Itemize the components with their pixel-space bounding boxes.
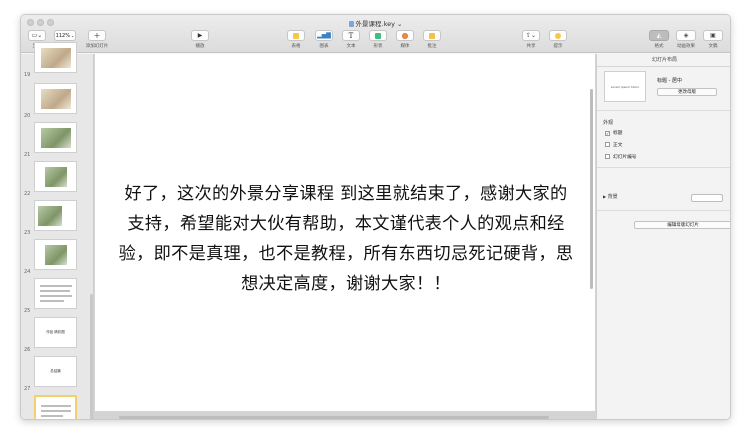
keynote-document-icon	[348, 21, 354, 27]
slide-thumb-27[interactable]: 总结篇 27	[21, 356, 91, 392]
share-icon: ⇪⌄	[525, 32, 537, 39]
slide-photo	[41, 48, 71, 68]
format-inspector: 幻灯片布局 Lorem Ipsum Dolor 标题 - 居中 更改母版 外观 …	[596, 54, 730, 419]
horizontal-scrollbar[interactable]	[119, 416, 549, 419]
tips-button[interactable]: 提示	[548, 30, 568, 49]
appearance-label: 外观	[603, 120, 614, 126]
slide-photo	[45, 245, 67, 265]
slide-thumb-19[interactable]: 19	[21, 42, 91, 78]
background-disclosure[interactable]: ▶ 背景	[603, 193, 618, 200]
slide-canvas[interactable]: 好了，这次的外景分享课程 到这里就结束了，感谢大家的支持，希望能对大伙有帮助，本…	[94, 54, 596, 419]
change-master-button[interactable]: 更改母版	[657, 88, 717, 96]
slide-thumb-20[interactable]: 20	[21, 83, 91, 119]
vertical-scrollbar[interactable]	[590, 89, 593, 289]
current-slide[interactable]: 好了，这次的外景分享课程 到这里就结束了，感谢大家的支持，希望能对大伙有帮助，本…	[95, 54, 595, 411]
text-button[interactable]: T 文本	[341, 30, 361, 49]
shape-button[interactable]: 形状	[368, 30, 388, 49]
checkbox-icon	[605, 142, 610, 147]
slide-photo	[38, 206, 62, 226]
shape-icon	[375, 32, 381, 39]
slide-thumb-24[interactable]: 24	[21, 239, 91, 275]
slide-number-checkbox[interactable]: 幻灯片编号	[605, 154, 636, 160]
slide-thumb-26[interactable]: 作品 精彩图 26	[21, 317, 91, 353]
keynote-window: 外景课程.key ⌄ ▭⌄ 显示 112%⌄ 缩放 + 添加幻灯片 ▶ 播放 表…	[20, 14, 731, 420]
play-button[interactable]: ▶ 播放	[189, 30, 211, 49]
comment-button[interactable]: 批注	[422, 30, 442, 49]
paintbrush-icon: ◭	[656, 32, 662, 39]
animate-button[interactable]: ◈ 动画效果	[674, 30, 698, 49]
slide-thumb-21[interactable]: 21	[21, 122, 91, 158]
slide-thumb-22[interactable]: 22	[21, 161, 91, 197]
lightbulb-icon	[555, 32, 561, 39]
slide-navigator[interactable]: 19 20 21 22 23 24 25 作品 精彩图 26 总结篇 27	[21, 42, 94, 419]
navigator-scrollbar[interactable]	[90, 294, 93, 419]
table-button[interactable]: 表格	[286, 30, 306, 49]
slide-thumb-23[interactable]: 23	[21, 200, 91, 236]
slide-photo	[41, 89, 71, 109]
play-icon: ▶	[197, 32, 203, 39]
slide-body-text[interactable]: 好了，这次的外景分享课程 到这里就结束了，感谢大家的支持，希望能对大伙有帮助，本…	[117, 179, 575, 299]
chevron-down-icon: ⌄	[70, 33, 75, 38]
chart-button[interactable]: ▂▅▇ 图表	[314, 30, 334, 49]
media-icon	[402, 32, 408, 39]
slide-photo	[45, 167, 67, 187]
checkbox-icon	[605, 154, 610, 159]
share-button[interactable]: ⇪⌄ 共享	[521, 30, 541, 49]
table-icon	[293, 32, 299, 39]
title-checkbox[interactable]: ✓ 标题	[605, 130, 622, 136]
edit-master-slide-button[interactable]: 编辑母版幻灯片	[634, 221, 730, 229]
slide-photo	[41, 128, 71, 148]
chart-icon: ▂▅▇	[317, 32, 331, 39]
body-checkbox[interactable]: 正文	[605, 142, 622, 148]
background-color-well[interactable]	[691, 194, 723, 202]
document-icon: ▣	[710, 32, 716, 39]
sidebar-icon: ▭⌄	[31, 32, 43, 39]
checkbox-checked-icon: ✓	[605, 131, 610, 136]
window-title: 外景课程.key ⌄	[21, 18, 730, 28]
comment-icon	[429, 32, 435, 39]
master-name: 标题 - 居中	[657, 78, 682, 84]
slide-thumb-28-selected[interactable]: 28	[21, 395, 91, 419]
titlebar: 外景课程.key ⌄ ▭⌄ 显示 112%⌄ 缩放 + 添加幻灯片 ▶ 播放 表…	[21, 15, 730, 53]
media-button[interactable]: 媒体	[395, 30, 415, 49]
plus-icon: +	[93, 30, 101, 40]
format-button[interactable]: ◭ 格式	[649, 30, 669, 49]
inspector-header: 幻灯片布局	[597, 54, 730, 67]
text-icon: T	[348, 31, 354, 40]
disclosure-triangle-icon: ▶	[603, 194, 607, 199]
slide-thumb-25[interactable]: 25	[21, 278, 91, 314]
document-button[interactable]: ▣ 文稿	[702, 30, 724, 49]
master-thumbnail[interactable]: Lorem Ipsum Dolor	[604, 71, 646, 102]
animate-icon: ◈	[683, 32, 689, 39]
